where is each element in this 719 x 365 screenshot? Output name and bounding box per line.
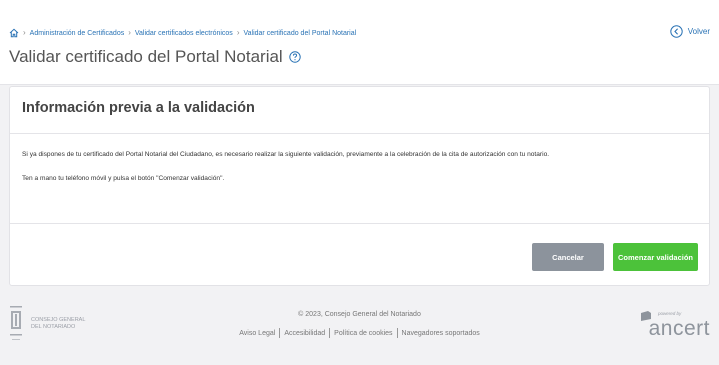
instruction-paragraph: Ten a mano tu teléfono móvil y pulsa el … [22, 174, 225, 182]
breadcrumb-separator-icon: › [23, 28, 26, 37]
ancert-wordmark: ancert [648, 317, 710, 340]
powered-by-label: powered by [658, 311, 682, 316]
title-row: Validar certificado del Portal Notarial [9, 47, 301, 67]
cgn-logo: Consejo General del Notariado [9, 304, 91, 344]
info-paragraph: Si ya dispones de tu certificado del Por… [22, 151, 550, 158]
breadcrumb-link-validar-certificados[interactable]: Validar certificados electrónicos [135, 30, 233, 37]
breadcrumb-current: Validar certificado del Portal Notarial [243, 29, 357, 37]
cgn-emblem-icon [10, 306, 22, 340]
page-title: Validar certificado del Portal Notarial [9, 47, 283, 66]
page: › Administración de Certificados › Valid… [0, 0, 719, 365]
help-circle-icon[interactable] [289, 51, 301, 63]
card-title: Información previa a la validación [22, 100, 255, 116]
footer-link-accesibilidad[interactable]: Accesibilidad [280, 330, 329, 337]
card-footer: Cancelar Comenzar validación [10, 223, 709, 287]
breadcrumb-link-administracion[interactable]: Administración de Certificados [30, 30, 125, 37]
validation-info-card: Información previa a la validación Si ya… [9, 86, 710, 286]
cancel-button[interactable]: Cancelar [532, 243, 604, 271]
back-button-label: Volver [687, 27, 710, 36]
breadcrumb-separator-icon: › [128, 28, 131, 37]
home-icon[interactable] [9, 28, 19, 38]
back-button[interactable]: Volver [670, 25, 710, 38]
footer-links: Aviso Legal Accesibilidad Política de co… [0, 328, 719, 338]
page-header: › Administración de Certificados › Valid… [0, 0, 719, 85]
start-validation-button[interactable]: Comenzar validación [613, 243, 698, 271]
copyright-text: © 2023, Consejo General del Notariado [298, 311, 421, 318]
page-footer: Consejo General del Notariado © 2023, Co… [0, 300, 719, 365]
footer-link-navegadores[interactable]: Navegadores soportados [398, 330, 484, 337]
footer-link-aviso-legal[interactable]: Aviso Legal [235, 330, 279, 337]
chevron-left-circle-icon [670, 25, 683, 38]
card-body: Si ya dispones de tu certificado del Por… [22, 151, 699, 183]
ancert-logo: powered by ancert [638, 308, 710, 342]
breadcrumb: › Administración de Certificados › Valid… [9, 27, 356, 39]
card-header: Información previa a la validación [10, 87, 709, 134]
breadcrumb-separator-icon: › [236, 28, 240, 37]
footer-link-cookies[interactable]: Política de cookies [330, 330, 396, 337]
